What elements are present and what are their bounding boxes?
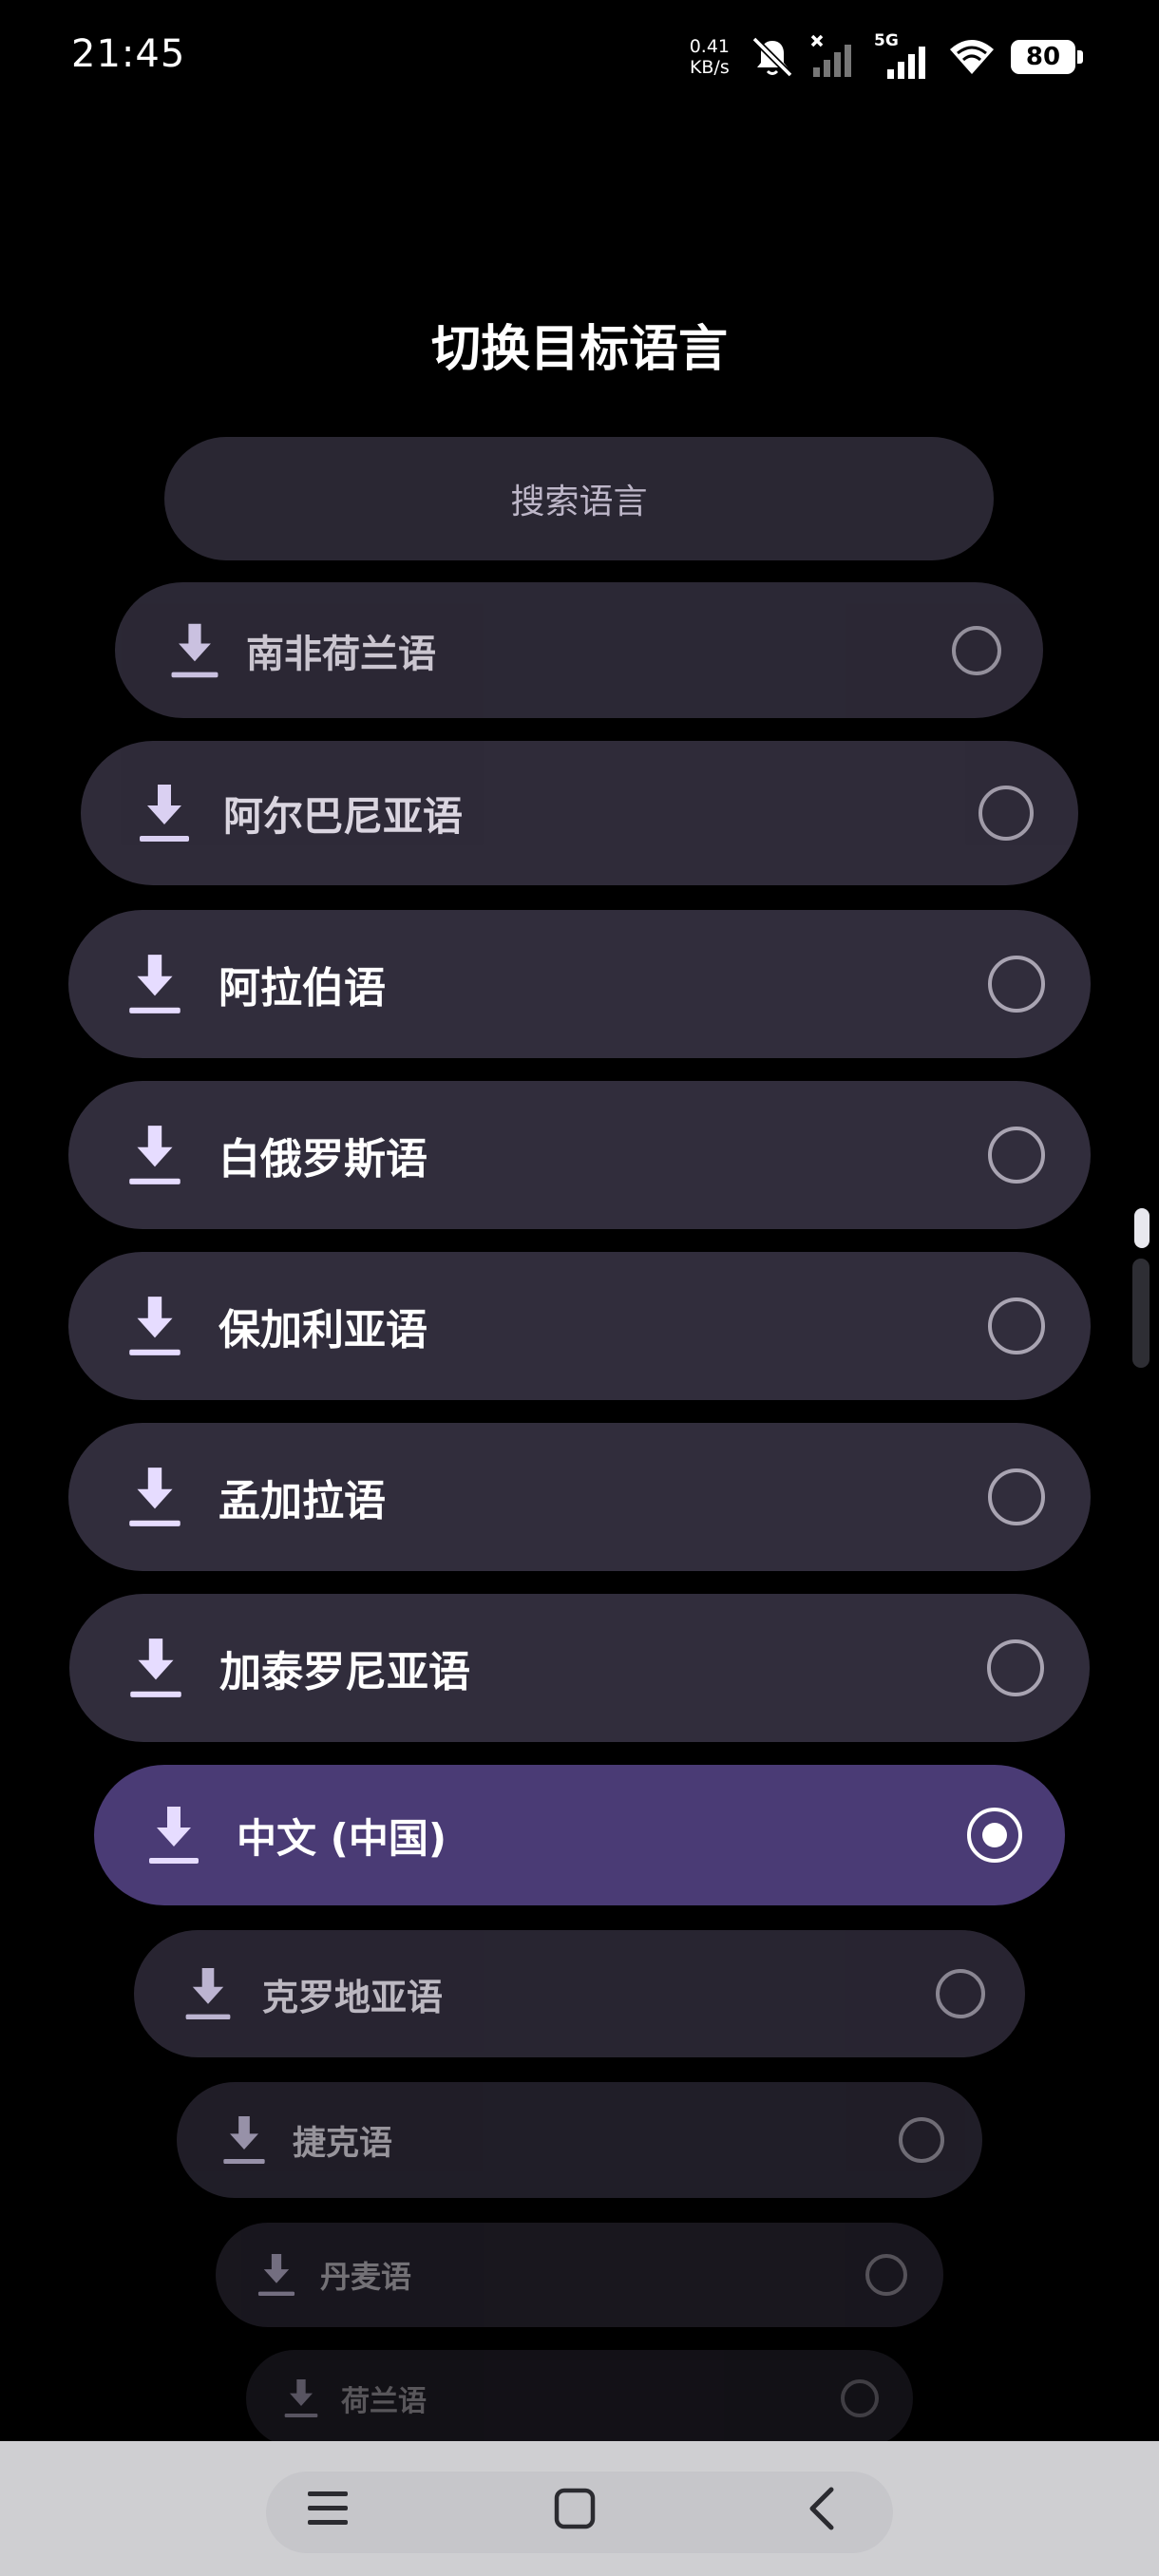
menu-button[interactable] bbox=[294, 2475, 361, 2542]
radio-button[interactable] bbox=[936, 1969, 985, 2018]
list-item[interactable]: 捷克语 bbox=[177, 2082, 982, 2198]
download-icon[interactable] bbox=[125, 951, 184, 1017]
download-icon[interactable] bbox=[282, 2376, 320, 2421]
wifi-icon bbox=[950, 40, 994, 74]
bell-muted-icon bbox=[751, 36, 793, 78]
list-item[interactable]: 丹麦语 bbox=[216, 2223, 943, 2327]
download-icon[interactable] bbox=[125, 1293, 184, 1359]
radio-button[interactable] bbox=[978, 786, 1034, 841]
status-icons: 0.41 KB/s 5G 80 bbox=[690, 28, 1083, 85]
download-icon[interactable] bbox=[126, 1635, 185, 1701]
language-label: 保加利亚语 bbox=[218, 1306, 428, 1354]
network-speed-unit: KB/s bbox=[689, 57, 730, 78]
language-label: 阿拉伯语 bbox=[218, 964, 386, 1013]
language-label: 孟加拉语 bbox=[218, 1477, 386, 1525]
list-item[interactable]: 克罗地亚语 bbox=[134, 1930, 1025, 2057]
page-title: 切换目标语言 bbox=[430, 321, 728, 378]
network-type-label: 5G bbox=[874, 31, 899, 50]
list-item[interactable]: 保加利亚语 bbox=[68, 1252, 1091, 1400]
network-speed-value: 0.41 bbox=[689, 36, 730, 57]
list-item[interactable]: 加泰罗尼亚语 bbox=[69, 1594, 1090, 1742]
language-label: 白俄罗斯语 bbox=[218, 1135, 428, 1184]
radio-button[interactable] bbox=[952, 625, 1001, 675]
radio-button[interactable] bbox=[988, 1127, 1045, 1184]
back-button[interactable] bbox=[788, 2475, 855, 2542]
search-input[interactable]: 搜索语言 bbox=[164, 437, 994, 560]
home-button[interactable] bbox=[542, 2475, 608, 2542]
list-item[interactable]: 孟加拉语 bbox=[68, 1423, 1091, 1571]
radio-button[interactable] bbox=[988, 1297, 1045, 1354]
language-label: 荷兰语 bbox=[341, 2385, 427, 2418]
battery-level: 80 bbox=[1011, 40, 1075, 74]
language-label: 捷克语 bbox=[293, 2124, 393, 2163]
download-icon[interactable] bbox=[125, 1122, 184, 1188]
status-bar: 21:45 0.41 KB/s 5G 80 bbox=[0, 0, 1159, 114]
language-label: 加泰罗尼亚语 bbox=[219, 1648, 470, 1696]
status-time: 21:45 bbox=[71, 32, 186, 76]
scroll-indicator-thumb[interactable] bbox=[1134, 1208, 1150, 1248]
search-placeholder: 搜索语言 bbox=[510, 483, 648, 521]
list-item-selected[interactable]: 中文 (中国) bbox=[94, 1765, 1065, 1905]
list-item[interactable]: 南非荷兰语 bbox=[115, 582, 1043, 718]
scroll-indicator-track bbox=[1132, 1259, 1150, 1368]
download-icon[interactable] bbox=[125, 1464, 184, 1530]
download-icon[interactable] bbox=[136, 781, 193, 845]
menu-icon bbox=[308, 2491, 348, 2525]
network-speed: 0.41 KB/s bbox=[690, 36, 730, 78]
navigation-bar bbox=[0, 2441, 1159, 2576]
radio-button-selected[interactable] bbox=[967, 1808, 1022, 1863]
download-icon[interactable] bbox=[256, 2250, 297, 2300]
screen: 21:45 0.41 KB/s 5G 80 切换目标语言 搜索语言 南非荷兰语 … bbox=[0, 0, 1159, 2576]
language-label: 南非荷兰语 bbox=[246, 632, 436, 676]
list-item[interactable]: 阿尔巴尼亚语 bbox=[81, 741, 1078, 885]
radio-button[interactable] bbox=[987, 1639, 1044, 1696]
battery-tip bbox=[1077, 50, 1083, 64]
radio-button[interactable] bbox=[865, 2254, 907, 2296]
download-icon[interactable] bbox=[220, 2112, 268, 2168]
back-icon bbox=[809, 2487, 834, 2530]
radio-button[interactable] bbox=[841, 2379, 879, 2417]
language-label: 中文 (中国) bbox=[237, 1814, 447, 1862]
signal-no-service-icon bbox=[810, 34, 851, 77]
home-icon bbox=[554, 2488, 596, 2529]
language-label: 丹麦语 bbox=[320, 2259, 412, 2295]
download-icon[interactable] bbox=[167, 620, 222, 681]
language-label: 克罗地亚语 bbox=[262, 1976, 444, 2018]
list-item[interactable]: 白俄罗斯语 bbox=[68, 1081, 1091, 1229]
language-label: 阿尔巴尼亚语 bbox=[223, 792, 464, 840]
list-item[interactable]: 阿拉伯语 bbox=[68, 910, 1091, 1058]
radio-button[interactable] bbox=[988, 1468, 1045, 1525]
download-icon[interactable] bbox=[182, 1964, 234, 2023]
signal-5g-icon: 5G bbox=[874, 31, 925, 79]
list-item[interactable]: 荷兰语 bbox=[246, 2350, 913, 2447]
battery-icon: 80 bbox=[1011, 40, 1083, 74]
radio-button[interactable] bbox=[899, 2117, 944, 2163]
radio-button[interactable] bbox=[988, 956, 1045, 1013]
download-icon[interactable] bbox=[145, 1803, 202, 1867]
